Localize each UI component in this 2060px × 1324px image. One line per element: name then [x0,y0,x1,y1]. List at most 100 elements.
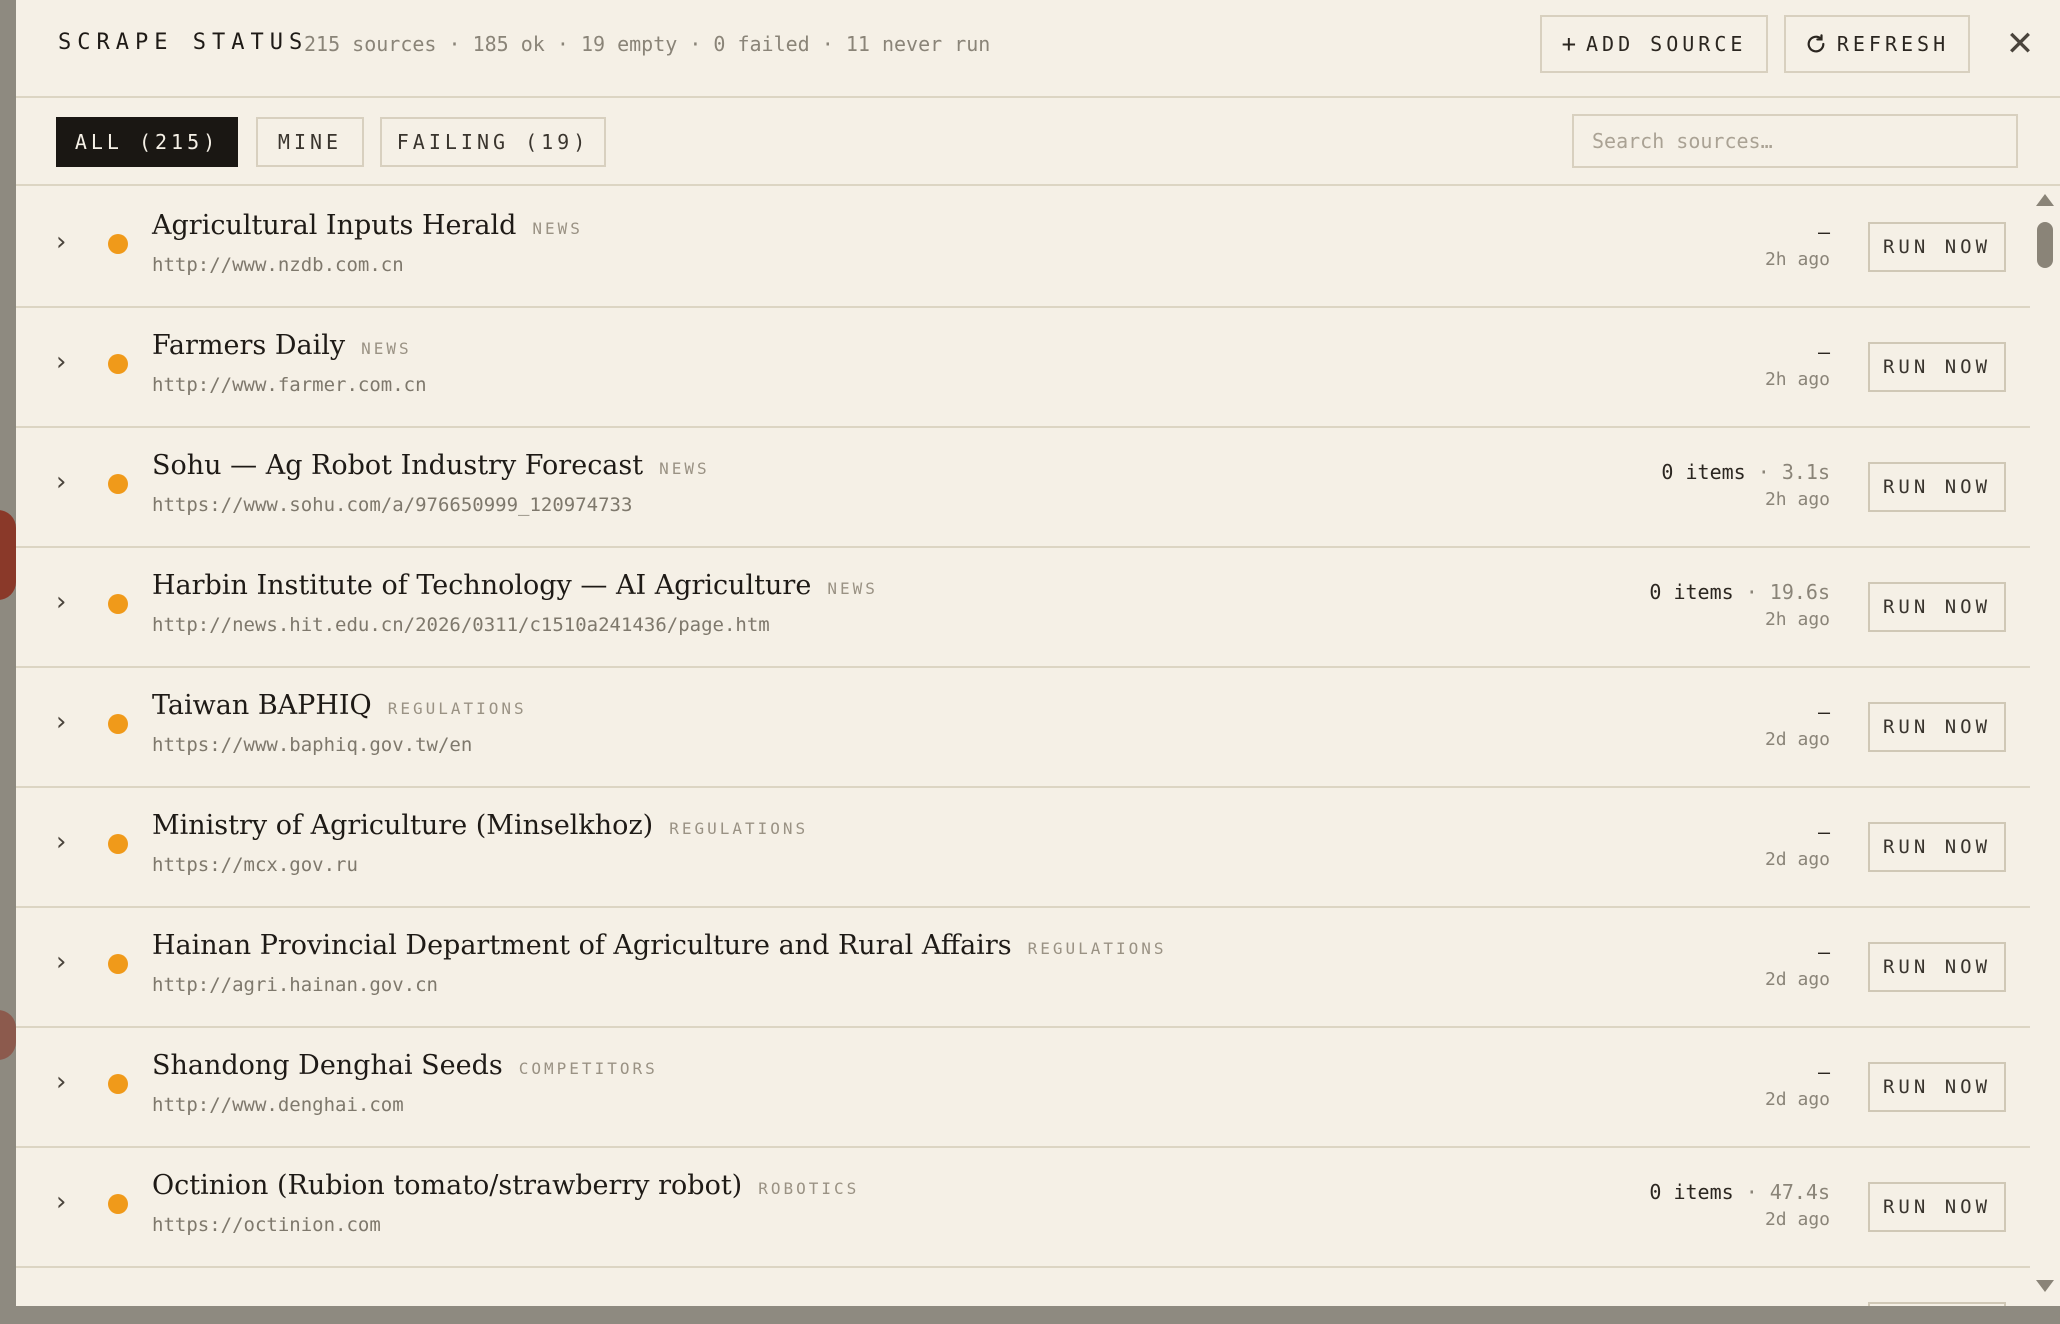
source-title-line: Ministry of Agriculture (Minselkhoz) REGU… [152,810,808,841]
tab-failing[interactable]: FAILING (19) [380,117,606,167]
backdrop-decoration [0,510,16,600]
backdrop-decoration [0,1010,16,1060]
backdrop-strip [0,1306,2060,1324]
source-category-tag: NEWS [361,339,412,358]
last-run-time: 2d ago [1764,849,1830,870]
tab-mine[interactable]: MINE [256,117,364,167]
run-now-button[interactable]: RUN NOW [1868,702,2006,752]
source-row[interactable]: › Octinion (Rubion tomato/strawberry robo… [16,1148,2030,1268]
scroll-thumb[interactable] [2037,222,2053,268]
chevron-right-icon[interactable]: › [56,589,80,615]
status-dot [108,1074,128,1094]
source-row[interactable]: › Shandong Denghai Seeds COMPETITORS http:/… [16,1028,2030,1148]
run-result: – 2d ago [1765,940,1830,990]
chevron-right-icon[interactable]: › [56,229,80,255]
run-result: 0 items · 47.4s 2d ago [1649,1180,1830,1230]
scrape-status-panel: SCRAPE STATUS 215 sources · 185 ok · 19 … [16,0,2060,1306]
status-dot [108,594,128,614]
add-source-label: ADD SOURCE [1586,32,1747,56]
run-now-button[interactable]: RUN NOW [1868,342,2006,392]
status-dot [108,954,128,974]
source-row[interactable]: › Harbin Institute of Technology — AI Agr… [16,548,2030,668]
run-result: – 2h ago [1765,220,1830,270]
source-name: Hainan Provincial Department of Agricult… [152,930,1012,961]
run-result: – 2h ago [1765,340,1830,390]
status-summary: 215 sources · 185 ok · 19 empty · 0 fail… [304,32,991,56]
last-run-time: 2h ago [1764,369,1830,390]
run-now-button[interactable]: RUN NOW [1868,1182,2006,1232]
run-now-button[interactable]: RUN NOW [1868,942,2006,992]
source-category-tag: NEWS [659,459,710,478]
search-input[interactable] [1572,114,2018,168]
source-name: Sohu — Ag Robot Industry Forecast [152,450,644,481]
list-scrollbar[interactable] [2030,188,2060,1306]
source-list: › Agricultural Inputs Herald NEWS http://ww… [16,188,2030,1306]
source-title-line: Harbin Institute of Technology — AI Agri… [152,570,878,601]
source-category-tag: NEWS [532,219,583,238]
source-name: Octinion (Rubion tomato/strawberry robot… [152,1170,743,1201]
chevron-right-icon[interactable]: › [56,949,80,975]
run-duration: · 19.6s [1733,580,1830,604]
source-row[interactable]: › Sohu — Ag Robot Industry Forecast NEWS ht… [16,428,2030,548]
chevron-right-icon[interactable]: › [56,349,80,375]
run-duration: · 3.1s [1745,460,1830,484]
source-category-tag: REGULATIONS [1027,939,1167,958]
source-url: https://octinion.com [152,1214,381,1236]
source-row[interactable]: › Ministry of Agriculture (Minselkhoz) REG… [16,788,2030,908]
chevron-right-icon[interactable]: › [56,1069,80,1095]
run-now-button[interactable]: RUN NOW [1868,462,2006,512]
source-category-tag: COMPETITORS [518,1059,658,1078]
item-count: 0 items [1661,460,1746,484]
chevron-right-icon[interactable]: › [56,469,80,495]
last-run-time: 2d ago [1764,1089,1830,1110]
refresh-icon [1805,33,1827,55]
last-run-time: 2d ago [1764,729,1830,750]
result-dash: – [1817,700,1830,724]
last-run-time: 2d ago [1764,1209,1830,1230]
chevron-right-icon[interactable]: › [56,709,80,735]
result-dash: – [1817,820,1830,844]
scroll-up-icon[interactable] [2036,194,2054,206]
last-run-time: 2d ago [1764,969,1830,990]
run-now-button[interactable]: RUN NOW [1868,222,2006,272]
run-result: 0 items · 3.1s 2h ago [1661,460,1830,510]
source-url: http://agri.hainan.gov.cn [152,974,438,996]
run-result: – 2d ago [1765,820,1830,870]
chevron-right-icon[interactable]: › [56,829,80,855]
source-url: https://mcx.gov.ru [152,854,358,876]
result-dash: – [1817,220,1830,244]
source-row[interactable]: › Farmers Daily NEWS http://www.farmer.com.… [16,308,2030,428]
tab-all[interactable]: ALL (215) [56,117,238,167]
status-dot [108,1194,128,1214]
source-row[interactable]: › Hainan Provincial Department of Agricul… [16,908,2030,1028]
chevron-right-icon[interactable]: › [56,1189,80,1215]
add-source-button[interactable]: + ADD SOURCE [1540,15,1768,73]
run-now-button[interactable]: RUN NOW [1868,582,2006,632]
result-dash: – [1817,1060,1830,1084]
panel-header: SCRAPE STATUS 215 sources · 185 ok · 19 … [16,0,2060,98]
filter-bar: ALL (215) MINE FAILING (19) [16,100,2060,186]
status-dot [108,234,128,254]
source-title-line: Farmers Daily NEWS [152,330,412,361]
result-dash: – [1817,340,1830,364]
scroll-down-icon[interactable] [2036,1280,2054,1292]
close-icon[interactable]: ✕ [2000,24,2040,64]
last-run-time: 2h ago [1764,489,1830,510]
source-url: https://www.sohu.com/a/976650999_1209747… [152,494,633,516]
run-result: – 2d ago [1765,1060,1830,1110]
item-count: 0 items [1649,580,1734,604]
run-now-button[interactable]: RUN NOW [1868,1062,2006,1112]
source-row[interactable]: › Agricultural Inputs Herald NEWS http://ww… [16,188,2030,308]
source-name: Shandong Denghai Seeds [152,1050,503,1081]
last-run-time: 2h ago [1764,609,1830,630]
refresh-button[interactable]: REFRESH [1784,15,1970,73]
status-dot [108,474,128,494]
source-title-line: Agricultural Inputs Herald NEWS [152,210,583,241]
source-row-partial[interactable] [16,1268,2030,1306]
plus-icon: + [1561,30,1577,58]
source-name: Agricultural Inputs Herald [152,210,517,241]
source-row[interactable]: › Taiwan BAPHIQ REGULATIONS https://www.bap… [16,668,2030,788]
source-name: Taiwan BAPHIQ [152,690,372,721]
run-now-button[interactable]: RUN NOW [1868,822,2006,872]
source-category-tag: REGULATIONS [669,819,809,838]
